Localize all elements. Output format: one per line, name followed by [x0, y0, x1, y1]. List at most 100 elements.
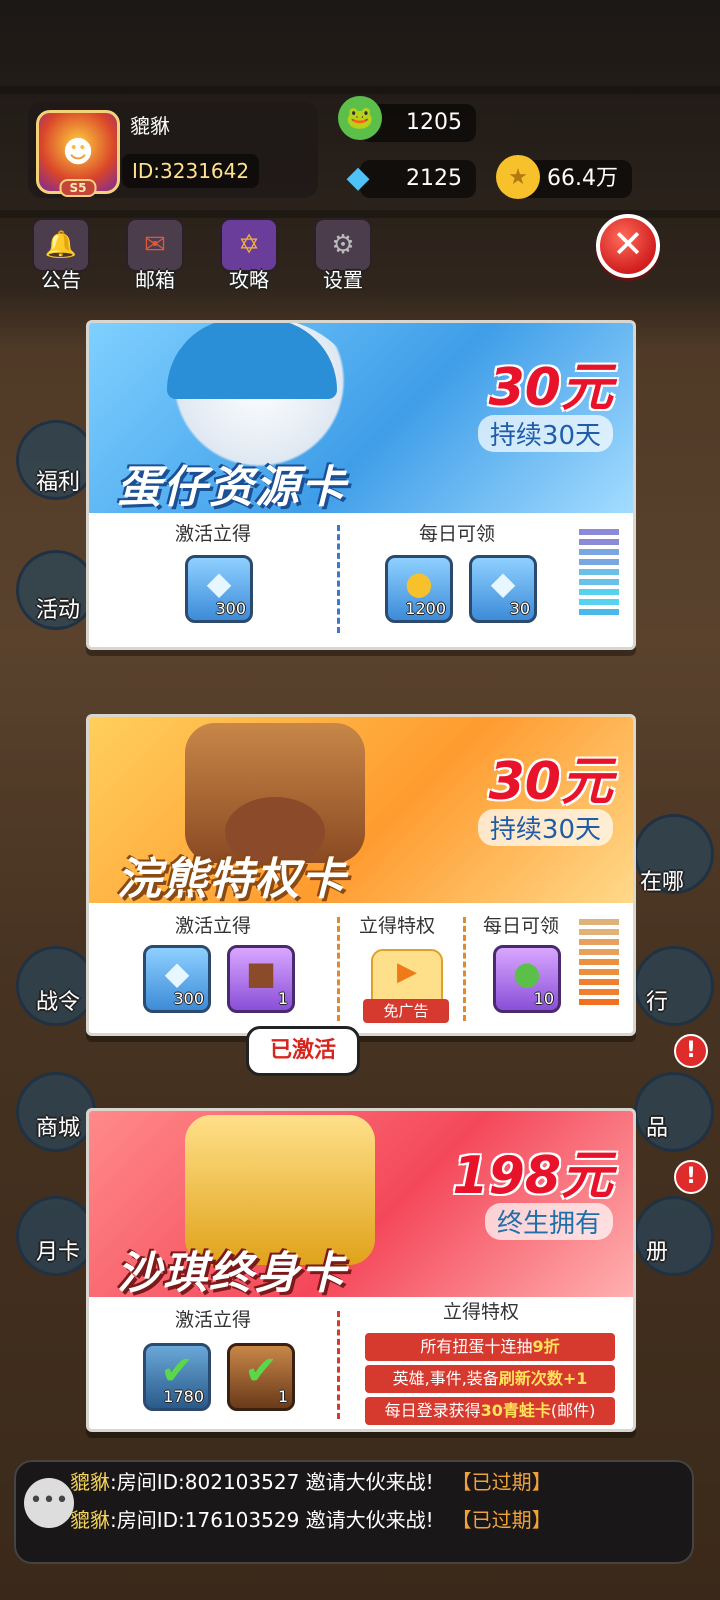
reward-qty: 1780 [163, 1387, 204, 1406]
privilege-line: 每日登录获得30青蛙卡(邮件) [365, 1397, 615, 1425]
privilege-highlight: 刷新次数+1 [498, 1369, 588, 1388]
card-banner: 沙琪终身卡 198元 终生拥有 [89, 1111, 633, 1299]
chat-bubble-icon[interactable]: ••• [24, 1478, 74, 1528]
section-divider [463, 917, 466, 1021]
reward-claimed: ✔ 1780 [143, 1343, 211, 1411]
privilege-text: 所有扭蛋十连抽 [420, 1337, 533, 1356]
privilege-label: 立得特权 [443, 1301, 520, 1323]
daily-label: 每日可领 [419, 523, 496, 545]
settings-button[interactable]: ⚙ 设置 [308, 218, 378, 292]
reward-frog-card: ● 10 [493, 945, 561, 1013]
card-title: 沙琪终身卡 [117, 1248, 347, 1299]
diamond-amount: 2125 [406, 166, 462, 191]
card-price: 198元 [452, 1146, 613, 1206]
coin-icon: ● [405, 564, 433, 602]
notification-badge: ! [674, 1034, 708, 1068]
reward-qty: 1 [277, 989, 288, 1008]
card-rewards: 激活立得 每日可领 ◆ 300 ● 1200 ◆ 30 [89, 513, 633, 647]
chat-text: :房间ID:176103529 邀请大伙来战! [110, 1508, 434, 1532]
privilege-line: 所有扭蛋十连抽9折 [365, 1333, 615, 1361]
card-duration: 持续30天 [477, 415, 613, 452]
daily-label: 每日可领 [483, 915, 560, 937]
guide-label: 攻略 [229, 268, 269, 292]
right-side-label-1: 在哪 [640, 870, 685, 895]
raccoon-card-icon: ■ [245, 954, 277, 992]
player-level-badge: S5 [59, 179, 97, 197]
section-divider [337, 917, 340, 1021]
frog-icon: 🐸 [338, 96, 382, 140]
reward-qty: 300 [173, 989, 204, 1008]
card-title: 浣熊特权卡 [117, 854, 347, 905]
card-price: 30元 [488, 358, 613, 418]
privilege-text: 每日登录获得 [384, 1401, 481, 1420]
section-divider [337, 525, 340, 633]
close-icon: ✕ [612, 222, 644, 266]
welfare-label: 福利 [36, 470, 81, 495]
chat-status: 【已过期】 [451, 1508, 552, 1532]
decorative-stripes [579, 529, 619, 619]
frog-icon: ● [513, 954, 541, 992]
card-banner: 蛋仔资源卡 30元 持续30天 [89, 323, 633, 513]
player-id: ID:3231642 [122, 154, 260, 188]
activated-status-tag: 已激活 [246, 1026, 360, 1076]
card-rewards: 激活立得 立得特权 每日可领 ◆ 300 ■ 1 ▶ 免广告 ● 10 [89, 903, 633, 1033]
chat-sender: 貔貅 [70, 1508, 110, 1532]
player-name: 貔貅 [130, 114, 170, 138]
reward-diamond: ◆ 30 [469, 555, 537, 623]
no-ads-label: 免广告 [363, 999, 449, 1023]
egg-resource-card[interactable]: 蛋仔资源卡 30元 持续30天 激活立得 每日可领 ◆ 300 ● 1200 ◆… [86, 320, 636, 650]
player-avatar[interactable]: ☻ S5 [36, 110, 120, 197]
chat-message[interactable]: 貔貅:房间ID:176103529 邀请大伙来战! 【已过期】 [70, 1504, 552, 1533]
activate-label: 激活立得 [175, 523, 252, 545]
raccoon-privilege-card[interactable]: 浣熊特权卡 30元 持续30天 激活立得 立得特权 每日可领 ◆ 300 ■ 1… [86, 714, 636, 1036]
card-banner: 浣熊特权卡 30元 持续30天 [89, 717, 633, 905]
reward-qty: 30 [509, 599, 530, 618]
reward-qty: 10 [533, 989, 554, 1008]
right-side-label-4: 册 [646, 1240, 669, 1265]
reward-claimed: ✔ 1 [227, 1343, 295, 1411]
activate-label: 激活立得 [175, 1309, 252, 1331]
privilege-highlight: 9折 [532, 1337, 560, 1356]
diamond-icon: ◆ [206, 564, 232, 602]
right-side-label-3: 品 [646, 1116, 669, 1141]
card-duration: 持续30天 [477, 809, 613, 846]
frog-amount: 1205 [406, 110, 462, 135]
reward-coin: ● 1200 [385, 555, 453, 623]
section-divider [337, 1311, 340, 1419]
reward-qty: 300 [215, 599, 246, 618]
card-price: 30元 [488, 752, 613, 812]
diamond-icon: ◆ [164, 954, 190, 992]
chat-sender: 貔貅 [70, 1470, 110, 1494]
reward-diamond: ◆ 300 [143, 945, 211, 1013]
diamond-icon: ◆ [490, 564, 516, 602]
activate-label: 激活立得 [175, 915, 252, 937]
chat-message[interactable]: 貔貅:房间ID:802103527 邀请大伙来战! 【已过期】 [70, 1466, 552, 1495]
monthly-card-label: 月卡 [36, 1240, 81, 1265]
reward-qty: 1200 [405, 599, 446, 618]
announcement-button[interactable]: 🔔 公告 [26, 218, 96, 292]
mailbox-label: 邮箱 [135, 268, 175, 292]
chat-text: :房间ID:802103527 邀请大伙来战! [110, 1470, 434, 1494]
coin-amount: 66.4万 [547, 166, 618, 191]
privilege-text: 英雄,事件,装备 [392, 1369, 499, 1388]
settings-label: 设置 [323, 268, 363, 292]
close-button[interactable]: ✕ [596, 214, 660, 278]
announcement-label: 公告 [41, 268, 81, 292]
battlepass-label: 战令 [36, 990, 81, 1015]
diamond-icon: ◆ [346, 159, 370, 195]
chat-status: 【已过期】 [451, 1470, 552, 1494]
shop-label: 商城 [36, 1116, 81, 1141]
shaqima-lifetime-card[interactable]: 沙琪终身卡 198元 终生拥有 激活立得 立得特权 ✔ 1780 ✔ 1 所有扭… [86, 1108, 636, 1432]
reward-diamond: ◆ 300 [185, 555, 253, 623]
privilege-highlight: 30青蛙卡 [480, 1401, 551, 1420]
privilege-label: 立得特权 [359, 915, 436, 937]
reward-raccoon-card: ■ 1 [227, 945, 295, 1013]
right-side-label-2: 行 [646, 990, 669, 1015]
reward-qty: 1 [277, 1387, 288, 1406]
mailbox-button[interactable]: ✉ 邮箱 [120, 218, 190, 292]
notification-badge: ! [674, 1160, 708, 1194]
privilege-line: 英雄,事件,装备刷新次数+1 [365, 1365, 615, 1393]
card-duration: 终生拥有 [484, 1203, 613, 1240]
play-icon: ▶ [397, 957, 417, 987]
guide-button[interactable]: ✡ 攻略 [214, 218, 284, 292]
